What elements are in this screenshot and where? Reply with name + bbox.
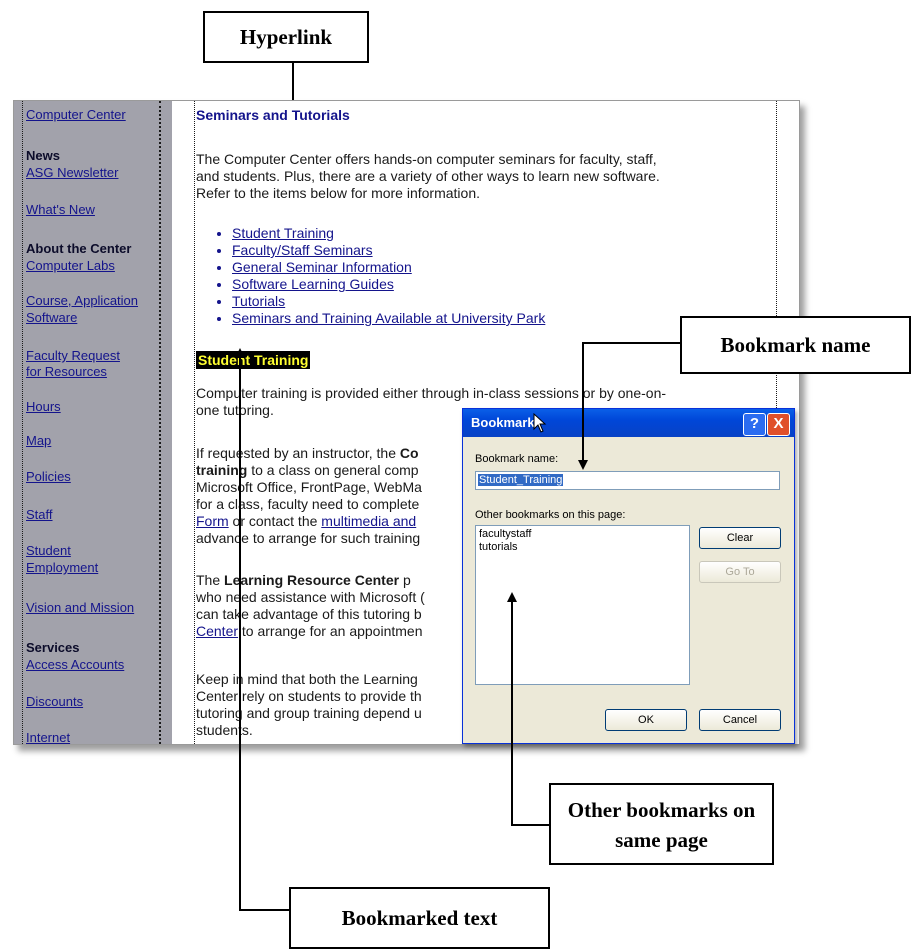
hyperlink-callout: Hyperlink [203,11,369,63]
para2-line-2: one tutoring. [196,402,274,418]
bookmarked-heading[interactable]: Student Training [196,351,311,369]
sidebar-link-computer-labs[interactable]: Computer Labs [26,257,115,274]
para3-line-6: advance to arrange for such training [196,530,421,546]
sidebar-link-vision[interactable]: Vision and Mission [26,599,134,616]
sidebar-link-map[interactable]: Map [26,432,51,449]
para5-line-2: Center rely on students to provide th [196,688,422,704]
sidebar-heading-services: Services [26,640,80,655]
para5-line-1: Keep in mind that both the Learning [196,671,418,687]
sidebar-heading-news: News [26,148,60,163]
para5-line-3: tutoring and group training depend u [196,705,422,721]
link-software-learning-guides[interactable]: Software Learning Guides [232,276,545,293]
sidebar-link-access-accounts[interactable]: Access Accounts [26,656,124,673]
link-university-park[interactable]: Seminars and Training Available at Unive… [232,310,545,327]
bookmark-list-item[interactable]: tutorials [479,541,686,554]
multimedia-link[interactable]: multimedia and [321,513,416,529]
go-to-button[interactable]: Go To [699,561,781,583]
mouse-cursor-icon [533,413,547,433]
para3-line-2: training to a class on general comp [196,462,419,478]
ok-button[interactable]: OK [605,709,687,731]
clear-button[interactable]: Clear [699,527,781,549]
page-title: Seminars and Tutorials [196,107,350,123]
sidebar-link-whats-new[interactable]: What's New [26,201,95,218]
sidebar-link-discounts[interactable]: Discounts [26,693,83,710]
para3-line-3: Microsoft Office, FrontPage, WebMa [196,479,422,495]
sidebar-link-internet[interactable]: Internet [26,729,70,744]
center-link[interactable]: Center [196,623,238,639]
sidebar-link-course-software-2[interactable]: Software [26,309,77,326]
sidebar-divider-right [159,101,161,744]
link-student-training[interactable]: Student Training [232,225,545,242]
other-bookmarks-label: Other bookmarks on this page: [475,509,626,521]
sidebar-heading-about: About the Center [26,241,132,256]
para4-line-2: who need assistance with Microsoft ( [196,589,425,605]
sidebar: Computer Center News ASG Newsletter What… [14,101,172,744]
intro-line-3: Refer to the items below for more inform… [196,185,481,201]
bookmark-name-input[interactable]: Student_Training [475,471,780,490]
bookmark-name-label: Bookmark name: [475,453,559,465]
para3-line-5: Form or contact the multimedia and [196,513,417,529]
intro-line-1: The Computer Center offers hands-on comp… [196,151,657,167]
close-button[interactable]: X [767,413,790,436]
bookmark-list-item[interactable]: facultystaff [479,528,686,541]
bookmarked-text-arrow [235,348,245,358]
sidebar-link-hours[interactable]: Hours [26,398,61,415]
sidebar-link-student-employment[interactable]: Student [26,542,71,559]
other-bookmarks-arrow [507,592,517,602]
bookmarked-text-callout: Bookmarked text [289,887,550,949]
para4-line-1: The Learning Resource Center p [196,572,411,588]
sidebar-link-course-software[interactable]: Course, Application [26,292,138,309]
bookmarked-text-connector-h [239,909,289,911]
link-faculty-staff-seminars[interactable]: Faculty/Staff Seminars [232,242,545,259]
dialog-titlebar[interactable]: Bookmark ? X [463,409,794,437]
para4-line-3: can take advantage of this tutoring b [196,606,422,622]
sidebar-link-faculty-request-2[interactable]: for Resources [26,363,107,380]
dialog-title: Bookmark [471,415,535,430]
sidebar-link-computer-center[interactable]: Computer Center [26,106,126,123]
sidebar-divider-left [22,101,23,744]
bookmark-name-connector-h [582,342,680,344]
para5-line-4: students. [196,722,253,738]
link-tutorials[interactable]: Tutorials [232,293,545,310]
sidebar-link-asg-newsletter[interactable]: ASG Newsletter [26,164,118,181]
para3-line-4: for a class, faculty need to complete [196,496,420,512]
cancel-button[interactable]: Cancel [699,709,781,731]
para4-line-4: Center to arrange for an appointmen [196,623,423,639]
intro-line-2: and students. Plus, there are a variety … [196,168,660,184]
sidebar-link-policies[interactable]: Policies [26,468,71,485]
para3-line-1: If requested by an instructor, the Co [196,445,419,461]
other-bookmarks-connector-v [511,602,513,825]
sidebar-link-faculty-request[interactable]: Faculty Request [26,347,120,364]
bookmark-name-callout: Bookmark name [680,316,911,374]
bookmark-name-arrow [578,460,588,470]
training-link-list: Student Training Faculty/Staff Seminars … [214,225,545,327]
other-bookmarks-list[interactable]: facultystaff tutorials [475,525,690,685]
sidebar-link-staff[interactable]: Staff [26,506,53,523]
link-general-seminar-info[interactable]: General Seminar Information [232,259,545,276]
bookmarked-text-connector-v [239,357,241,910]
para2-line-1: Computer training is provided either thr… [196,385,667,401]
bookmark-name-connector-v [582,342,584,462]
content-divider [194,101,195,744]
form-link[interactable]: Form [196,513,229,529]
sidebar-link-student-employment-2[interactable]: Employment [26,559,98,576]
other-bookmarks-connector-h [511,824,549,826]
help-button[interactable]: ? [743,413,766,436]
other-bookmarks-callout: Other bookmarks on same page [549,783,774,865]
